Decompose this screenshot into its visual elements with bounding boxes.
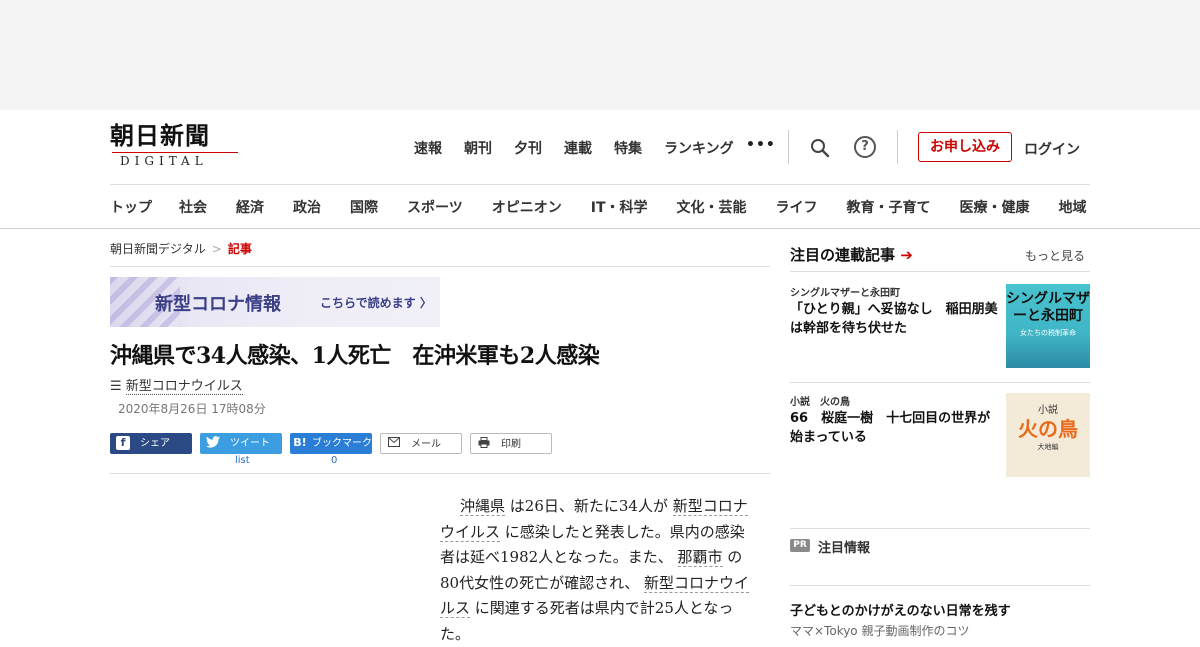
category-nav: トップ 社会 経済 政治 国際 スポーツ オピニオン IT・科学 文化・芸能 ラ… [110,197,1087,217]
banner-link: こちらで読めます 〉 [320,296,432,310]
banner-title: 新型コロナ情報 [155,294,281,315]
cat-health[interactable]: 医療・健康 [960,197,1030,217]
facebook-share-label: シェア [140,438,170,449]
hatena-icon: B! [293,436,307,449]
article-date: 2020年8月26日 17時08分 [118,402,266,416]
cat-opinion[interactable]: オピニオン [492,197,562,217]
sidebar-heading[interactable]: 注目の連載記事 ➔ [790,244,913,265]
sidebar-rule [790,271,1090,272]
article-headline: 沖縄県で34人感染、1人死亡 在沖米軍も2人感染 [110,343,600,369]
nav-rensai[interactable]: 連載 [564,138,592,158]
keyword-link-okinawa[interactable]: 沖縄県 [460,497,506,516]
cat-region[interactable]: 地域 [1059,197,1087,217]
cat-society[interactable]: 社会 [179,197,207,217]
arrow-right-icon: ➔ [900,246,913,264]
breadcrumb: 朝日新聞デジタル > 記事 [110,240,252,257]
cat-life[interactable]: ライフ [776,197,818,217]
login-link[interactable]: ログイン [1024,139,1080,159]
nav-sokuho[interactable]: 速報 [414,138,442,158]
pr-item-subtitle[interactable]: ママ×Tokyo 親子動画制作のコツ [790,622,969,639]
cat-it-science[interactable]: IT・科学 [591,197,648,217]
twitter-share-label: ツイート [230,438,270,449]
site-logo[interactable]: 朝日新聞 DIGITAL [110,122,240,168]
keyword-link-naha[interactable]: 那覇市 [677,548,723,567]
facebook-icon: f [116,436,130,450]
pr-badge: PR [790,539,810,552]
series-label[interactable]: シングルマザーと永田町 [790,284,900,299]
cat-economy[interactable]: 経済 [236,197,264,217]
mail-icon [387,437,401,451]
body-text: は26日、新たに34人が [505,497,673,515]
topic-tag[interactable]: ☰ 新型コロナウイルス [110,375,243,395]
list-icon: ☰ [110,379,122,394]
cat-international[interactable]: 国際 [350,197,378,217]
nav-choukan[interactable]: 朝刊 [464,138,492,158]
twitter-share-button[interactable]: ツイート [200,433,282,454]
article-rule [110,473,770,474]
series-title[interactable]: 66 桜庭一樹 十七回目の世界が始まっている [790,409,1002,447]
article-body: 沖縄県 は26日、新たに34人が 新型コロナウイルス に感染したと発表した。県内… [440,494,752,647]
print-icon [477,437,491,451]
thumbnail-title: 火の鳥 [1018,417,1078,441]
print-label: 印刷 [501,439,521,450]
logo-rule [112,152,238,153]
header-divider [897,130,898,164]
cat-culture[interactable]: 文化・芸能 [677,197,747,217]
thumbnail-title: シングルマザーと永田町 [1006,291,1090,324]
nav-ranking[interactable]: ランキング [664,138,734,158]
search-icon[interactable] [810,138,830,158]
sidebar-heading-text: 注目の連載記事 [790,246,896,264]
cat-politics[interactable]: 政治 [293,197,321,217]
series-title[interactable]: 「ひとり親」へ妥協なし 稲田朋美は幹部を待ち伏せた [790,300,1002,338]
mail-share-label: メール [411,439,441,450]
breadcrumb-current: 記事 [227,242,252,256]
subscribe-button[interactable]: お申し込み [918,132,1012,162]
series-label[interactable]: 小説 火の鳥 [790,393,850,408]
hatena-bookmark-label: ブックマーク [312,438,372,449]
top-ad-area [0,0,1200,110]
body-text: に関連する死者は県内で計25人となった。 [440,599,734,643]
breadcrumb-home[interactable]: 朝日新聞デジタル [110,242,206,256]
site-header: 朝日新聞 DIGITAL 速報 朝刊 夕刊 連載 特集 ランキング ••• ? … [0,110,1200,229]
nav-tokushu[interactable]: 特集 [614,138,642,158]
pr-section-label: 注目情報 [818,541,871,556]
sidebar-rule [790,382,1090,383]
sidebar-more-link[interactable]: もっと見る [1025,247,1085,264]
hatena-count[interactable]: 0 [331,455,337,466]
cat-sports[interactable]: スポーツ [407,197,463,217]
cat-top[interactable]: トップ [110,197,152,217]
thumbnail-top-label: 小説 [1038,405,1058,416]
top-nav: 速報 朝刊 夕刊 連載 特集 ランキング [414,138,756,158]
more-menu-icon[interactable]: ••• [746,137,776,153]
hatena-bookmark-button[interactable]: B! ブックマーク [290,433,372,454]
mail-share-button[interactable]: メール [380,433,462,454]
sidebar-rule [790,585,1090,586]
twitter-count-link[interactable]: list [235,455,250,466]
thumbnail-subtitle: 大地編 [1037,443,1059,451]
series-thumbnail[interactable]: 小説 火の鳥 大地編 [1006,393,1090,477]
print-button[interactable]: 印刷 [470,433,552,454]
cat-education[interactable]: 教育・子育て [847,197,931,217]
header-divider [788,130,789,164]
thumbnail-subtitle: 女たちの税制革命 [1020,329,1076,337]
logo-main-text: 朝日新聞 [110,121,210,150]
twitter-icon [206,436,220,450]
series-thumbnail[interactable]: シングルマザーと永田町 女たちの税制革命 [1006,284,1090,368]
facebook-share-button[interactable]: f シェア [110,433,192,454]
breadcrumb-separator: > [211,242,222,256]
sidebar-rule [790,528,1090,529]
header-rule [110,184,1090,185]
logo-sub-text: DIGITAL [120,154,208,168]
pr-item-title[interactable]: 子どもとのかけがえのない日常を残す [790,600,1011,619]
breadcrumb-rule [110,266,770,267]
topic-label[interactable]: 新型コロナウイルス [125,379,243,395]
corona-info-banner[interactable]: 新型コロナ情報 こちらで読めます 〉 [110,277,440,327]
nav-yuukan[interactable]: 夕刊 [514,138,542,158]
help-icon[interactable]: ? [854,136,876,158]
